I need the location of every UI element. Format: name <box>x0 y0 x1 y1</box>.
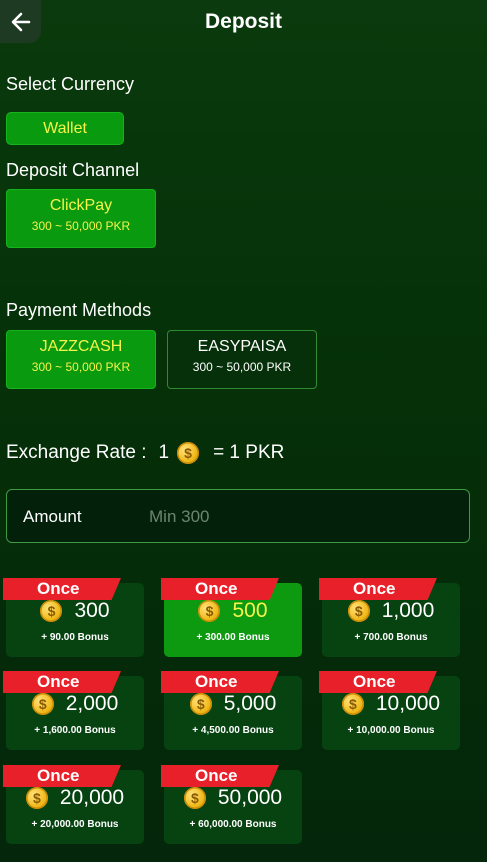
coin-icon: $ <box>198 600 221 622</box>
coin-icon: $ <box>25 787 48 809</box>
once-ribbon: Once <box>161 765 279 787</box>
package-bonus: + 1,600.00 Bonus <box>34 725 116 736</box>
package-bonus: + 10,000.00 Bonus <box>347 725 435 736</box>
channel-range: 300 ~ 50,000 PKR <box>31 219 131 233</box>
deposit-channel-label: Deposit Channel <box>6 160 140 180</box>
coin-icon: $ <box>183 787 206 809</box>
package-bonus: + 300.00 Bonus <box>196 632 270 643</box>
package-card[interactable]: Once $20,000 + 20,000.00 Bonus <box>3 765 144 844</box>
payment-methods-label: Payment Methods <box>6 300 152 320</box>
coin-icon: $ <box>189 693 212 715</box>
package-bonus: + 60,000.00 Bonus <box>189 819 277 830</box>
package-card[interactable]: Once $1,000 + 700.00 Bonus <box>319 578 460 657</box>
amount-input[interactable] <box>147 500 461 534</box>
channel-clickpay-button[interactable]: ClickPay 300 ~ 50,000 PKR <box>6 189 156 248</box>
payment-easypaisa-button[interactable]: EASYPAISA 300 ~ 50,000 PKR <box>167 330 317 389</box>
wallet-button[interactable]: Wallet <box>6 112 124 145</box>
package-card[interactable]: Once $10,000 + 10,000.00 Bonus <box>319 671 460 750</box>
amount-label: Amount <box>23 507 82 526</box>
once-ribbon: Once <box>3 765 121 787</box>
exchange-rate-right: = 1 PKR <box>213 442 285 463</box>
package-amount: 10,000 <box>375 692 441 715</box>
once-ribbon: Once <box>161 578 279 600</box>
package-card[interactable]: Once $500 + 300.00 Bonus <box>161 578 302 657</box>
package-card[interactable]: Once $300 + 90.00 Bonus <box>3 578 144 657</box>
exchange-rate-label: Exchange Rate : <box>6 442 147 463</box>
package-amount: 300 <box>74 599 110 622</box>
exchange-rate-left: 1 <box>158 442 170 463</box>
package-amount: 20,000 <box>59 786 125 809</box>
package-card[interactable]: Once $2,000 + 1,600.00 Bonus <box>3 671 144 750</box>
package-amount: 50,000 <box>217 786 283 809</box>
package-amount: 1,000 <box>381 599 435 622</box>
once-ribbon: Once <box>319 671 437 693</box>
once-ribbon: Once <box>319 578 437 600</box>
package-card[interactable]: Once $50,000 + 60,000.00 Bonus <box>161 765 302 844</box>
payment-jazzcash-button[interactable]: JAZZCASH 300 ~ 50,000 PKR <box>6 330 156 389</box>
once-ribbon: Once <box>161 671 279 693</box>
amount-field: Amount <box>6 489 470 543</box>
package-card[interactable]: Once $5,000 + 4,500.00 Bonus <box>161 671 302 750</box>
wallet-button-label: Wallet <box>43 119 87 137</box>
coin-icon: $ <box>177 442 200 464</box>
package-bonus: + 20,000.00 Bonus <box>31 819 119 830</box>
package-bonus: + 4,500.00 Bonus <box>192 725 274 736</box>
channel-name: ClickPay <box>49 197 113 214</box>
exchange-rate: Exchange Rate : 1 $ = 1 PKR <box>6 442 284 464</box>
coin-icon: $ <box>31 693 54 715</box>
page-title: Deposit <box>204 10 282 33</box>
coin-icon: $ <box>347 600 370 622</box>
once-ribbon: Once <box>3 578 121 600</box>
payment-method-range: 300 ~ 50,000 PKR <box>192 360 292 374</box>
package-amount: 5,000 <box>223 692 277 715</box>
coin-icon: $ <box>40 600 63 622</box>
once-ribbon: Once <box>3 671 121 693</box>
payment-method-name: JAZZCASH <box>39 338 123 355</box>
package-bonus: + 700.00 Bonus <box>354 632 428 643</box>
payment-method-range: 300 ~ 50,000 PKR <box>31 360 131 374</box>
payment-method-name: EASYPAISA <box>197 338 287 355</box>
select-currency-label: Select Currency <box>6 74 135 94</box>
coin-icon: $ <box>341 693 364 715</box>
package-amount: 2,000 <box>65 692 119 715</box>
package-bonus: + 90.00 Bonus <box>41 632 109 643</box>
package-amount: 500 <box>232 599 268 622</box>
